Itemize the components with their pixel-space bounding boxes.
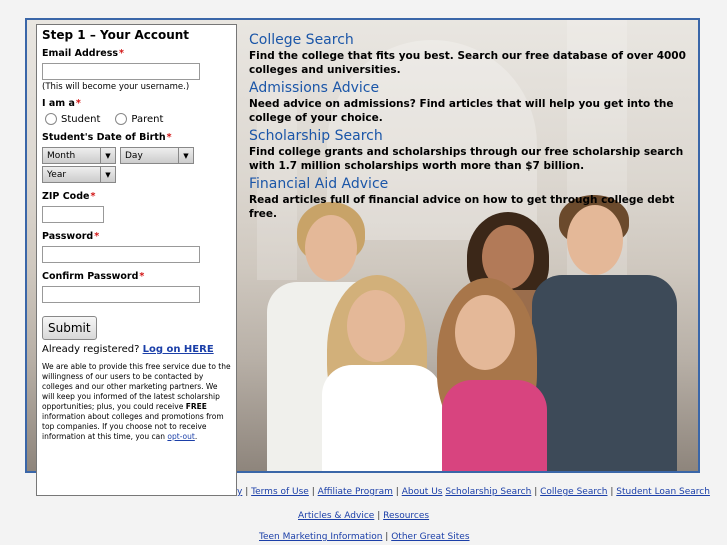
iam-label: I am a* — [42, 98, 81, 109]
zip-label: ZIP Code* — [42, 191, 96, 202]
info-section: College Search Find the college that fit… — [249, 32, 689, 224]
info-item: College Search Find the college that fit… — [249, 32, 689, 77]
confirm-password-label: Confirm Password* — [42, 271, 145, 282]
submit-button[interactable]: Submit — [42, 316, 97, 340]
form-title: Step 1 – Your Account — [42, 28, 190, 42]
email-hint: (This will become your username.) — [42, 82, 190, 92]
required-marker: * — [75, 98, 81, 109]
year-select[interactable]: Year ▼ — [42, 166, 116, 183]
footer-link-affiliate[interactable]: Affiliate Program — [318, 487, 393, 497]
student-radio[interactable] — [45, 113, 57, 125]
already-registered-text: Already registered? — [42, 344, 140, 355]
signup-form: Step 1 – Your Account Email Address* (Th… — [36, 24, 237, 496]
footer-link-scholarship-search[interactable]: Scholarship Search — [445, 487, 531, 497]
opt-out-link[interactable]: opt-out — [167, 432, 194, 441]
footer-row: y | Terms of Use | Affiliate Program | A… — [237, 487, 710, 497]
password-field[interactable] — [42, 246, 200, 263]
role-radio-group: Student Parent — [42, 113, 231, 125]
zip-field[interactable] — [42, 206, 104, 223]
day-select-value: Day — [125, 150, 143, 161]
footer-row: Teen Marketing Information | Other Great… — [259, 532, 470, 542]
password-label: Password* — [42, 231, 100, 242]
dob-row: Month ▼ Day ▼ — [42, 147, 231, 164]
required-marker: * — [139, 271, 145, 282]
footer-link-articles[interactable]: Articles & Advice — [298, 511, 374, 521]
footer-link-teen-marketing[interactable]: Teen Marketing Information — [259, 532, 382, 542]
info-item: Admissions Advice Need advice on admissi… — [249, 80, 689, 125]
year-select-value: Year — [47, 169, 67, 180]
college-search-text: Find the college that fits you best. Sea… — [249, 50, 686, 76]
footer-link-student-loan[interactable]: Student Loan Search — [616, 487, 710, 497]
chevron-down-icon: ▼ — [100, 167, 115, 182]
admissions-advice-text: Need advice on admissions? Find articles… — [249, 98, 674, 124]
student-radio-label[interactable]: Student — [61, 114, 100, 125]
footer-link-college-search[interactable]: College Search — [540, 487, 607, 497]
parent-radio[interactable] — [115, 113, 128, 125]
login-line: Already registered? Log on HERE — [42, 344, 231, 355]
month-select[interactable]: Month ▼ — [42, 147, 116, 164]
login-link[interactable]: Log on HERE — [143, 344, 214, 355]
footer-link-terms[interactable]: Terms of Use — [251, 487, 309, 497]
chevron-down-icon: ▼ — [100, 148, 115, 163]
day-select[interactable]: Day ▼ — [120, 147, 194, 164]
footer-link[interactable]: y — [237, 487, 242, 497]
info-item: Scholarship Search Find college grants a… — [249, 128, 689, 173]
confirm-password-field[interactable] — [42, 286, 200, 303]
financial-aid-heading[interactable]: Financial Aid Advice — [249, 176, 689, 193]
free-text: FREE — [185, 402, 207, 411]
required-marker: * — [90, 191, 96, 202]
email-label: Email Address* — [42, 48, 124, 59]
financial-aid-text: Read articles full of financial advice o… — [249, 194, 675, 220]
footer-link-resources[interactable]: Resources — [383, 511, 429, 521]
required-marker: * — [119, 48, 124, 59]
scholarship-search-text: Find college grants and scholarships thr… — [249, 146, 684, 172]
info-item: Financial Aid Advice Read articles full … — [249, 176, 689, 221]
dob-row: Year ▼ — [42, 166, 231, 183]
dob-label: Student's Date of Birth* — [42, 132, 172, 143]
disclaimer: We are able to provide this free service… — [42, 362, 231, 441]
footer-link-about[interactable]: About Us — [402, 487, 443, 497]
footer-row: Articles & Advice | Resources — [298, 511, 430, 521]
footer-link-other-sites[interactable]: Other Great Sites — [391, 532, 469, 542]
email-field[interactable] — [42, 63, 200, 80]
chevron-down-icon: ▼ — [178, 148, 193, 163]
required-marker: * — [94, 231, 100, 242]
scholarship-search-heading[interactable]: Scholarship Search — [249, 128, 689, 145]
admissions-advice-heading[interactable]: Admissions Advice — [249, 80, 689, 97]
college-search-heading[interactable]: College Search — [249, 32, 689, 49]
required-marker: * — [166, 132, 172, 143]
month-select-value: Month — [47, 150, 76, 161]
parent-radio-label[interactable]: Parent — [131, 114, 163, 125]
